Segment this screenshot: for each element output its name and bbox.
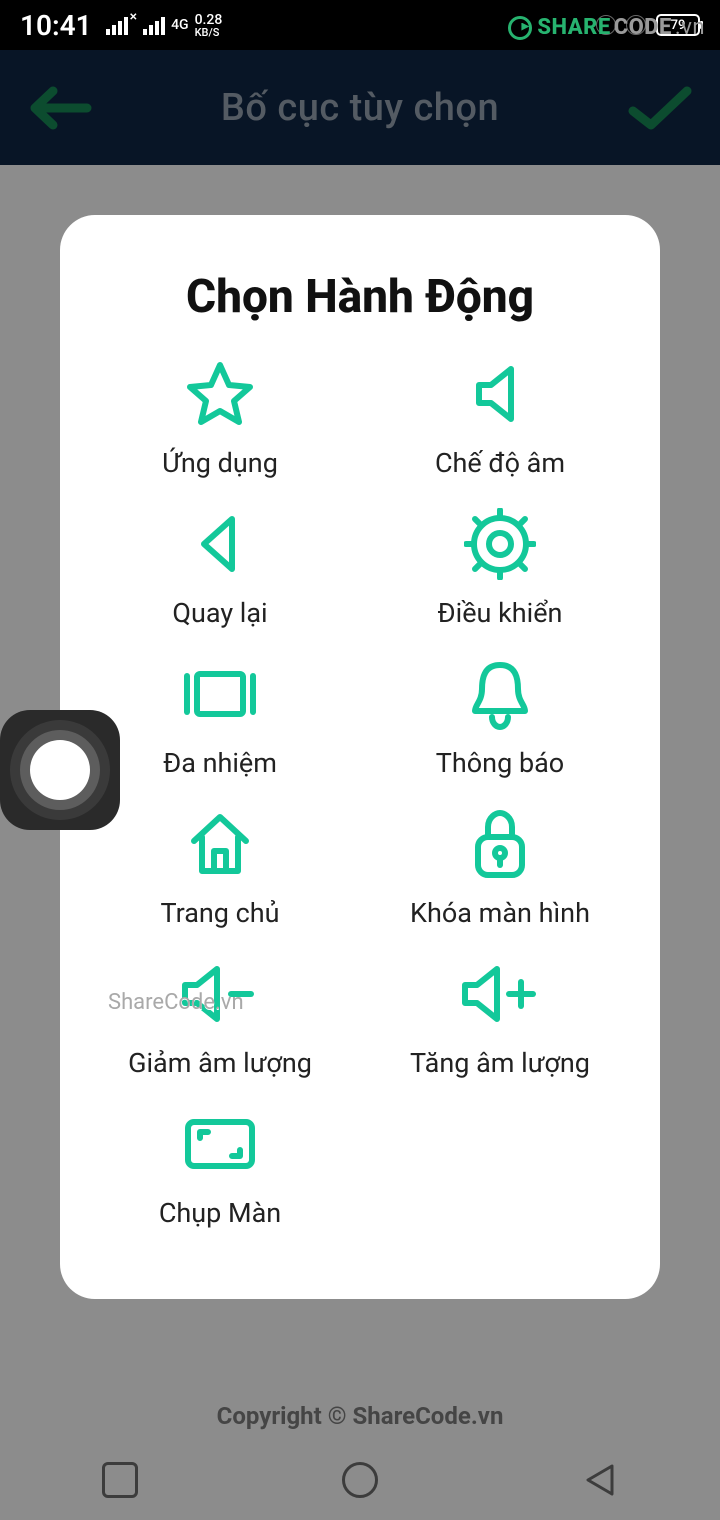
action-label: Giảm âm lượng bbox=[128, 1047, 312, 1079]
watermark-part: .vn bbox=[675, 15, 705, 40]
action-empty bbox=[360, 1109, 640, 1259]
gear-icon bbox=[464, 509, 536, 579]
watermark-part: SHARE bbox=[537, 15, 610, 40]
star-icon bbox=[185, 359, 255, 429]
action-dialog: Chọn Hành Động Ứng dụng Chế độ âm Quay l… bbox=[60, 215, 660, 1299]
status-time: 10:41 bbox=[20, 9, 92, 42]
signal-sim1-icon bbox=[106, 15, 128, 35]
action-screenshot[interactable]: Chụp Màn bbox=[80, 1109, 360, 1259]
action-label: Đa nhiệm bbox=[163, 747, 277, 779]
action-home[interactable]: Trang chủ bbox=[80, 809, 360, 959]
lock-icon bbox=[468, 809, 532, 879]
action-volume-up[interactable]: Tăng âm lượng bbox=[360, 959, 640, 1109]
watermark-logo-icon bbox=[508, 16, 532, 40]
screenshot-icon bbox=[180, 1109, 260, 1179]
action-apps[interactable]: Ứng dụng bbox=[80, 359, 360, 509]
screen: 10:41 × 4G 0.28 KB/S 79 Bố cục tùy chọn bbox=[0, 0, 720, 1520]
home-icon bbox=[184, 809, 256, 879]
action-label: Điều khiển bbox=[438, 597, 563, 629]
status-speed-unit: KB/S bbox=[195, 27, 223, 38]
signal-sim2-icon bbox=[143, 15, 165, 35]
dialog-title: Chọn Hành Động bbox=[80, 270, 640, 324]
action-label: Quay lại bbox=[172, 597, 267, 629]
action-control[interactable]: Điều khiển bbox=[360, 509, 640, 659]
status-speed-value: 0.28 bbox=[195, 13, 223, 27]
status-speed: 0.28 KB/S bbox=[195, 13, 223, 38]
action-sound-mode[interactable]: Chế độ âm bbox=[360, 359, 640, 509]
watermark-part: CODE bbox=[614, 15, 672, 40]
action-label: Khóa màn hình bbox=[410, 897, 590, 929]
volume-up-icon bbox=[455, 959, 545, 1029]
assistive-touch-button[interactable] bbox=[0, 710, 120, 830]
action-notifications[interactable]: Thông báo bbox=[360, 659, 640, 809]
multitask-icon bbox=[175, 659, 265, 729]
watermark-top: SHARE CODE .vn bbox=[508, 15, 705, 40]
action-label: Ứng dụng bbox=[162, 447, 278, 479]
assistive-dot-icon bbox=[30, 740, 90, 800]
status-net-type: 4G bbox=[171, 18, 189, 32]
triangle-left-icon bbox=[190, 509, 250, 579]
action-back[interactable]: Quay lại bbox=[80, 509, 360, 659]
action-grid: Ứng dụng Chế độ âm Quay lại bbox=[80, 359, 640, 1259]
action-label: Trang chủ bbox=[160, 897, 279, 929]
status-network: 4G bbox=[171, 18, 189, 32]
action-label: Tăng âm lượng bbox=[410, 1047, 590, 1079]
bell-icon bbox=[465, 659, 535, 729]
action-label: Chụp Màn bbox=[159, 1197, 281, 1229]
speaker-icon bbox=[465, 359, 535, 429]
action-lock-screen[interactable]: Khóa màn hình bbox=[360, 809, 640, 959]
action-volume-down[interactable]: Giảm âm lượng bbox=[80, 959, 360, 1109]
action-multitask[interactable]: Đa nhiệm bbox=[80, 659, 360, 809]
action-label: Thông báo bbox=[436, 747, 564, 779]
action-label: Chế độ âm bbox=[435, 447, 565, 479]
signal-x-icon: × bbox=[130, 9, 137, 25]
watermark-center: ShareCode.vn bbox=[108, 990, 244, 1015]
